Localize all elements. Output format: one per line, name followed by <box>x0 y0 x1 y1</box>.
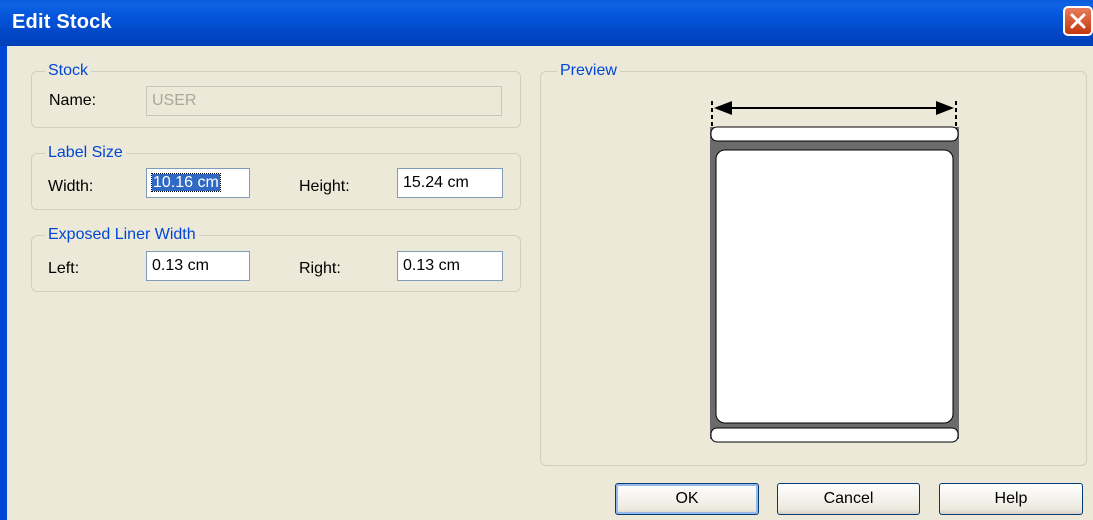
window-title: Edit Stock <box>12 11 112 33</box>
width-field[interactable]: 10.16 cm <box>146 168 250 198</box>
close-icon <box>1070 13 1086 29</box>
left-field[interactable]: 0.13 cm <box>146 251 250 281</box>
preview-graphic <box>710 101 959 443</box>
height-label: Height: <box>299 178 350 195</box>
cancel-button[interactable]: Cancel <box>777 483 920 515</box>
label-stock-preview <box>710 126 959 443</box>
title-bar[interactable]: Edit Stock <box>0 0 1093 46</box>
help-button[interactable]: Help <box>939 483 1083 515</box>
exposed-liner-group: Exposed Liner Width Left: 0.13 cm Right:… <box>31 226 521 292</box>
label-size-group: Label Size Width: 10.16 cm Height: 15.24… <box>31 144 521 210</box>
width-field-selection: 10.16 cm <box>151 173 221 192</box>
left-label: Left: <box>48 260 80 277</box>
name-label: Name: <box>49 92 97 109</box>
right-field[interactable]: 0.13 cm <box>397 251 503 281</box>
close-button[interactable] <box>1063 6 1093 36</box>
height-field[interactable]: 15.24 cm <box>397 168 503 198</box>
width-label: Width: <box>48 178 94 195</box>
ok-button[interactable]: OK <box>615 483 759 515</box>
window-frame-left <box>0 46 7 520</box>
label-size-group-label: Label Size <box>45 144 126 162</box>
preview-group: Preview <box>540 62 1087 466</box>
name-field[interactable]: USER <box>146 86 502 116</box>
right-label: Right: <box>299 260 341 277</box>
width-dimension-arrow <box>711 101 957 127</box>
stock-group-label: Stock <box>45 62 92 80</box>
stock-group: Stock Name: USER <box>31 62 521 128</box>
exposed-liner-group-label: Exposed Liner Width <box>45 226 199 244</box>
